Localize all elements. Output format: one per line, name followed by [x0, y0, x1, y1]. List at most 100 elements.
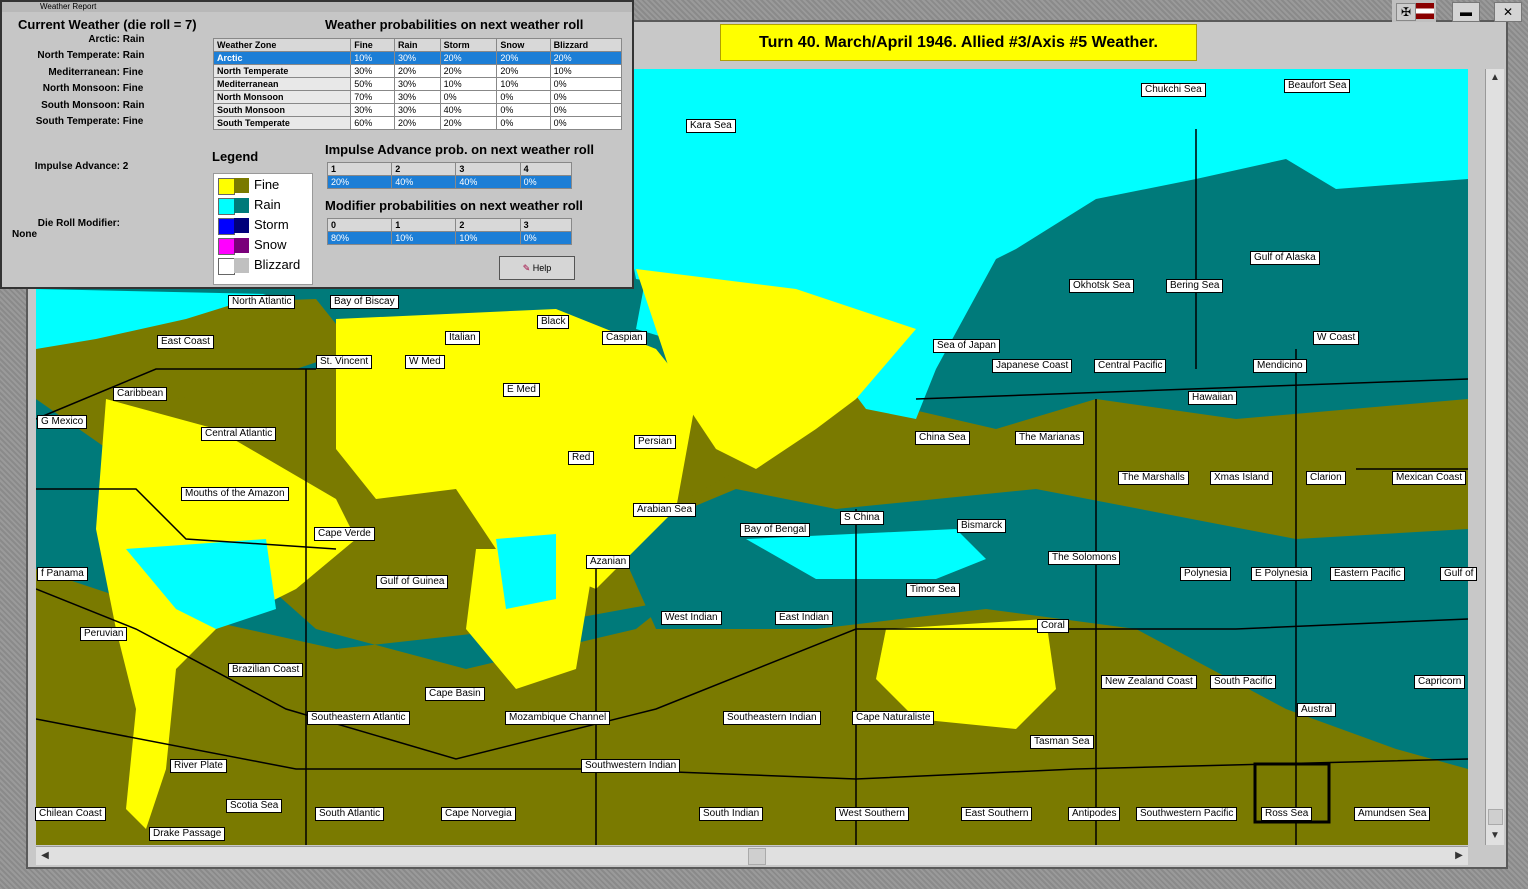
- sea-area-label[interactable]: Okhotsk Sea: [1069, 279, 1135, 293]
- sea-area-label[interactable]: New Zealand Coast: [1101, 675, 1197, 689]
- sea-area-label[interactable]: The Marianas: [1015, 431, 1085, 445]
- scroll-right-icon[interactable]: ▶: [1450, 847, 1468, 865]
- sea-area-label[interactable]: Polynesia: [1180, 567, 1232, 581]
- sea-area-label[interactable]: f Panama: [37, 567, 88, 581]
- sea-area-label[interactable]: Mouths of the Amazon: [181, 487, 289, 501]
- sea-area-label[interactable]: Caribbean: [113, 387, 168, 401]
- sea-area-label[interactable]: Southwestern Indian: [581, 759, 681, 773]
- sea-area-label[interactable]: Sea of Japan: [933, 339, 1000, 353]
- sea-area-label[interactable]: South Indian: [699, 807, 764, 821]
- sea-area-label[interactable]: Chukchi Sea: [1141, 83, 1206, 97]
- sea-area-label[interactable]: Beaufort Sea: [1284, 79, 1351, 93]
- probability-cell: 0%: [549, 77, 623, 91]
- sea-area-label[interactable]: Drake Passage: [149, 827, 226, 841]
- sea-area-label[interactable]: Cape Basin: [425, 687, 485, 701]
- sea-area-label[interactable]: Peruvian: [80, 627, 128, 641]
- sea-area-label[interactable]: G Mexico: [37, 415, 88, 429]
- sea-area-label[interactable]: West Southern: [835, 807, 909, 821]
- sea-area-label[interactable]: Black: [537, 315, 570, 329]
- sea-area-label[interactable]: East Southern: [961, 807, 1033, 821]
- table-row[interactable]: Mediterranean 50% 30% 10% 10% 0%: [212, 77, 623, 91]
- close-button[interactable]: ✕: [1494, 2, 1522, 22]
- sea-area-label[interactable]: Southeastern Atlantic: [307, 711, 410, 725]
- sea-area-label[interactable]: Tasman Sea: [1030, 735, 1094, 749]
- help-button[interactable]: ✎ Help: [499, 256, 575, 280]
- nation-flags[interactable]: ✠: [1392, 0, 1436, 22]
- sea-area-label[interactable]: Central Atlantic: [201, 427, 277, 441]
- sea-area-label[interactable]: Chilean Coast: [35, 807, 106, 821]
- sea-area-label[interactable]: Cape Norvegia: [441, 807, 516, 821]
- sea-area-label[interactable]: Caspian: [602, 331, 647, 345]
- table-row[interactable]: South Temperate 60% 20% 20% 0% 0%: [212, 116, 623, 130]
- sea-area-label[interactable]: Bay of Biscay: [330, 295, 399, 309]
- table-row[interactable]: North Temperate 30% 20% 20% 20% 10%: [212, 64, 623, 78]
- horizontal-scrollbar[interactable]: ◀ ▶: [36, 846, 1468, 865]
- sea-area-label[interactable]: Coral: [1037, 619, 1069, 633]
- sea-area-label[interactable]: Central Pacific: [1094, 359, 1167, 373]
- sea-area-label[interactable]: Eastern Pacific: [1330, 567, 1405, 581]
- sea-area-label[interactable]: Mozambique Channel: [505, 711, 611, 725]
- sea-area-label[interactable]: South Atlantic: [315, 807, 385, 821]
- sea-area-label[interactable]: Timor Sea: [906, 583, 960, 597]
- scroll-up-icon[interactable]: ▲: [1486, 69, 1504, 87]
- table-row[interactable]: Arctic 10% 30% 20% 20% 20%: [212, 51, 623, 65]
- sea-area-label[interactable]: River Plate: [170, 759, 227, 773]
- sea-area-label[interactable]: Xmas Island: [1210, 471, 1274, 485]
- sea-area-label[interactable]: Amundsen Sea: [1354, 807, 1431, 821]
- sea-area-label[interactable]: W Coast: [1313, 331, 1360, 345]
- sea-area-label[interactable]: Arabian Sea: [633, 503, 697, 517]
- sea-area-label[interactable]: St. Vincent: [316, 355, 373, 369]
- sea-area-label[interactable]: Cape Naturaliste: [852, 711, 935, 725]
- sea-area-label[interactable]: West Indian: [661, 611, 722, 625]
- table-row[interactable]: South Monsoon 30% 30% 40% 0% 0%: [212, 103, 623, 117]
- sea-area-label[interactable]: Japanese Coast: [992, 359, 1073, 373]
- scroll-down-icon[interactable]: ▼: [1486, 827, 1504, 845]
- sea-area-label[interactable]: Antipodes: [1068, 807, 1121, 821]
- sea-area-label[interactable]: S China: [840, 511, 884, 525]
- sea-area-label[interactable]: South Pacific: [1210, 675, 1277, 689]
- minimize-button[interactable]: ▬: [1452, 2, 1480, 22]
- sea-area-label[interactable]: Ross Sea: [1261, 807, 1313, 821]
- sea-area-label[interactable]: Hawaiian: [1188, 391, 1238, 405]
- sea-area-label[interactable]: East Coast: [157, 335, 214, 349]
- sea-area-label[interactable]: Red: [568, 451, 595, 465]
- table-row[interactable]: 80% 10% 10% 0%: [326, 231, 573, 245]
- sea-area-label[interactable]: East Indian: [775, 611, 834, 625]
- sea-area-label[interactable]: Azanian: [586, 555, 631, 569]
- probability-cell: 0%: [549, 103, 623, 117]
- sea-area-label[interactable]: Austral: [1297, 703, 1337, 717]
- sea-area-label[interactable]: Scotia Sea: [226, 799, 283, 813]
- sea-area-label[interactable]: Bering Sea: [1166, 279, 1224, 293]
- sea-area-label[interactable]: North Atlantic: [228, 295, 296, 309]
- sea-area-label[interactable]: Mexican Coast: [1392, 471, 1467, 485]
- sea-area-label[interactable]: The Solomons: [1048, 551, 1121, 565]
- sea-area-label[interactable]: Southeastern Indian: [723, 711, 821, 725]
- scroll-left-icon[interactable]: ◀: [36, 847, 54, 865]
- vertical-scrollbar[interactable]: ▲ ▼: [1485, 69, 1504, 845]
- sea-area-label[interactable]: Clarion: [1306, 471, 1346, 485]
- sea-area-label[interactable]: Bay of Bengal: [740, 523, 811, 537]
- table-row[interactable]: 20% 40% 40% 0%: [326, 175, 573, 189]
- sea-area-label[interactable]: W Med: [405, 355, 445, 369]
- sea-area-label[interactable]: Cape Verde: [314, 527, 375, 541]
- sea-area-label[interactable]: E Med: [503, 383, 540, 397]
- sea-area-label[interactable]: Capricorn: [1414, 675, 1466, 689]
- sea-area-label[interactable]: Italian: [445, 331, 480, 345]
- zone-cell: North Monsoon: [212, 90, 352, 104]
- sea-area-label[interactable]: The Marshalls: [1118, 471, 1189, 485]
- sea-swatch: [234, 178, 249, 193]
- sea-area-label[interactable]: China Sea: [915, 431, 970, 445]
- sea-area-label[interactable]: Southwestern Pacific: [1136, 807, 1238, 821]
- sea-area-label[interactable]: Kara Sea: [686, 119, 736, 133]
- vertical-scroll-thumb[interactable]: [1488, 809, 1503, 825]
- sea-area-label[interactable]: Gulf of: [1440, 567, 1478, 581]
- table-row[interactable]: North Monsoon 70% 30% 0% 0% 0%: [212, 90, 623, 104]
- sea-area-label[interactable]: E Polynesia: [1251, 567, 1312, 581]
- sea-area-label[interactable]: Gulf of Guinea: [376, 575, 449, 589]
- sea-area-label[interactable]: Brazilian Coast: [228, 663, 304, 677]
- sea-area-label[interactable]: Bismarck: [957, 519, 1007, 533]
- sea-area-label[interactable]: Persian: [634, 435, 676, 449]
- horizontal-scroll-thumb[interactable]: [748, 848, 766, 865]
- sea-area-label[interactable]: Gulf of Alaska: [1250, 251, 1320, 265]
- sea-area-label[interactable]: Mendicino: [1253, 359, 1307, 373]
